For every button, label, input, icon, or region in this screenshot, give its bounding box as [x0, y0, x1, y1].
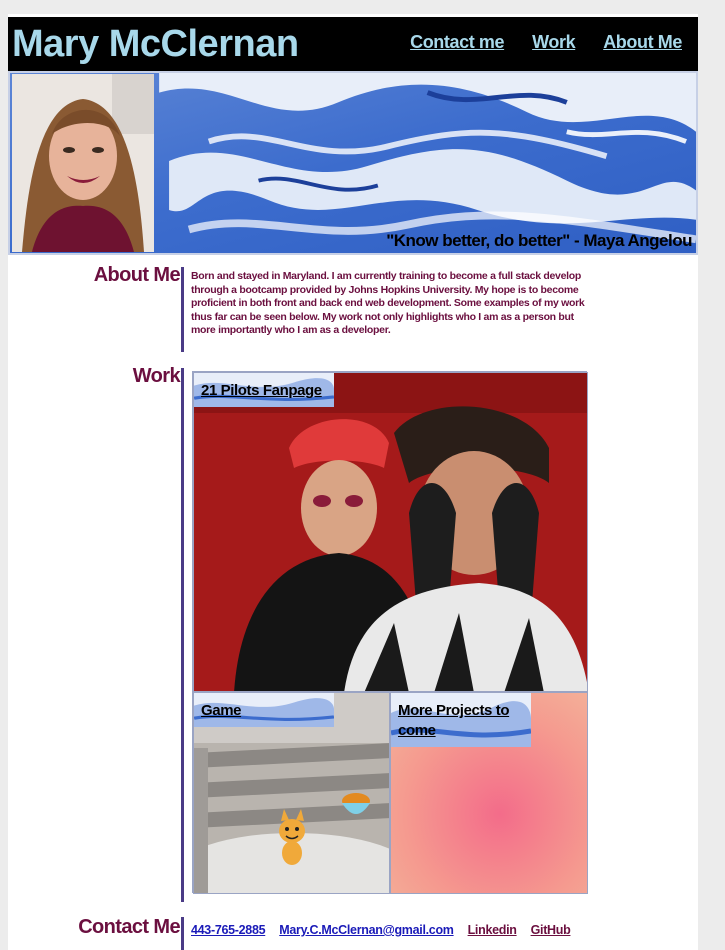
- 21-pilots-image: [194, 373, 587, 691]
- project-label-more[interactable]: More Projects to come: [391, 693, 531, 747]
- work-divider: [181, 368, 184, 902]
- project-label-21-pilots[interactable]: 21 Pilots Fanpage: [194, 373, 334, 407]
- email-link[interactable]: Mary.C.McClernan@gmail.com: [279, 923, 454, 937]
- project-label-game[interactable]: Game: [194, 693, 334, 727]
- site-title: Mary McClernan: [12, 23, 299, 65]
- project-title-game: Game: [201, 702, 242, 719]
- contact-divider: [181, 917, 184, 950]
- project-tile-game[interactable]: Game: [193, 692, 390, 894]
- nav-link-work[interactable]: Work: [532, 32, 575, 53]
- site-header: Mary McClernan Contact me Work About Me: [8, 17, 698, 71]
- project-tile-more[interactable]: More Projects to come: [390, 692, 588, 894]
- about-heading: About Me: [93, 264, 181, 286]
- nav-link-contact[interactable]: Contact me: [410, 32, 504, 53]
- work-gallery: 21 Pilots Fanpage Game More Projects to …: [192, 371, 588, 894]
- about-text: Born and stayed in Maryland. I am curren…: [191, 270, 585, 337]
- phone-link[interactable]: 443-765-2885: [191, 923, 266, 937]
- page: Mary McClernan Contact me Work About Me: [8, 14, 698, 950]
- main-nav: Contact me Work About Me: [410, 32, 682, 53]
- project-tile-21-pilots[interactable]: 21 Pilots Fanpage: [193, 372, 588, 692]
- work-heading: Work: [132, 365, 181, 387]
- linkedin-link[interactable]: Linkedin: [468, 923, 517, 937]
- contact-links: 443-765-2885 Mary.C.McClernan@gmail.com …: [191, 923, 571, 937]
- contact-heading: Contact Me: [78, 916, 180, 938]
- profile-photo: [12, 74, 154, 252]
- hero-quote: "Know better, do better" - Maya Angelou: [386, 231, 692, 250]
- nav-link-about[interactable]: About Me: [603, 32, 682, 53]
- github-link[interactable]: GitHub: [531, 923, 571, 937]
- hero-banner: "Know better, do better" - Maya Angelou: [8, 71, 698, 255]
- about-divider: [181, 267, 184, 352]
- project-title-21-pilots: 21 Pilots Fanpage: [201, 382, 322, 399]
